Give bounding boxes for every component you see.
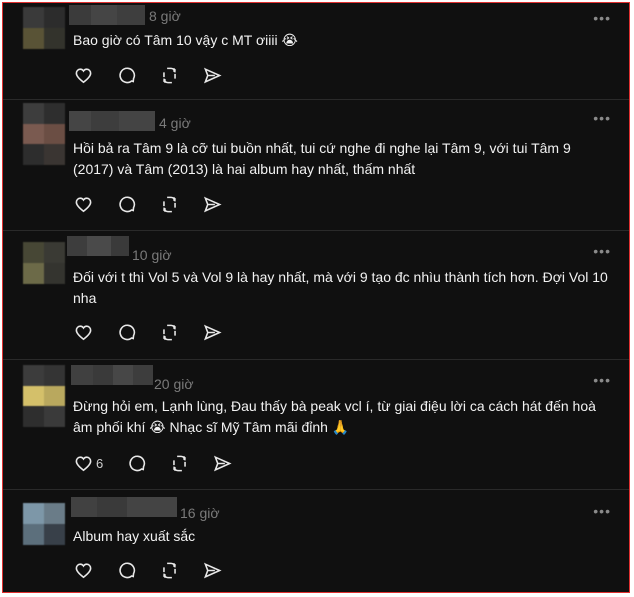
repost-icon[interactable] (167, 451, 191, 475)
more-options-icon[interactable]: ••• (593, 373, 611, 387)
heart-icon[interactable] (71, 192, 95, 216)
comment-post: 8 giờ ••• Bao giờ có Tâm 10 vậy c MT ơii… (3, 3, 629, 100)
comment-post: 16 giờ ••• Album hay xuất sắc (3, 489, 629, 592)
action-bar (71, 320, 243, 344)
avatar[interactable] (23, 7, 65, 49)
heart-icon[interactable] (71, 320, 95, 344)
username-blurred[interactable] (69, 111, 155, 131)
post-time: 16 giờ (180, 505, 220, 521)
avatar[interactable] (23, 103, 65, 165)
action-bar: 6 (71, 451, 253, 475)
username-blurred[interactable] (71, 497, 177, 517)
heart-icon[interactable] (71, 558, 95, 582)
comment-text: Hồi bả ra Tâm 9 là cỡ tui buồn nhất, tui… (73, 140, 571, 177)
post-time: 10 giờ (132, 247, 172, 263)
comment-post: 4 giờ ••• Hồi bả ra Tâm 9 là cỡ tui buồn… (3, 99, 629, 231)
comment-icon[interactable] (114, 320, 138, 344)
avatar[interactable] (23, 242, 65, 284)
username-blurred[interactable] (69, 5, 145, 25)
comment-icon[interactable] (124, 451, 148, 475)
more-options-icon[interactable]: ••• (593, 11, 611, 25)
action-bar (71, 558, 243, 582)
share-icon[interactable] (210, 451, 234, 475)
comment-post: 20 giờ ••• Đừng hỏi em, Lạnh lùng, Đau t… (3, 359, 629, 490)
more-options-icon[interactable]: ••• (593, 504, 611, 518)
share-icon[interactable] (200, 192, 224, 216)
repost-icon[interactable] (157, 558, 181, 582)
comments-panel: 8 giờ ••• Bao giờ có Tâm 10 vậy c MT ơii… (2, 2, 630, 593)
post-time: 20 giờ (154, 376, 194, 392)
like-count: 6 (96, 455, 104, 471)
comment-text: Album hay xuất sắc (73, 528, 196, 544)
comment-icon[interactable] (114, 63, 138, 87)
heart-icon[interactable] (71, 451, 95, 475)
share-icon[interactable] (200, 320, 224, 344)
comment-post: 10 giờ ••• Đối với t thì Vol 5 và Vol 9 … (3, 230, 629, 360)
comment-icon[interactable] (114, 192, 138, 216)
heart-icon[interactable] (71, 63, 95, 87)
post-time: 8 giờ (149, 8, 181, 24)
action-bar (71, 63, 243, 87)
share-icon[interactable] (200, 558, 224, 582)
share-icon[interactable] (200, 63, 224, 87)
username-blurred[interactable] (67, 236, 129, 256)
avatar[interactable] (23, 503, 65, 545)
action-bar (71, 192, 243, 216)
avatar[interactable] (23, 365, 65, 427)
comment-text: Bao giờ có Tâm 10 vậy c MT ơiiii 😭 (73, 32, 298, 48)
comment-text: Đừng hỏi em, Lạnh lùng, Đau thấy bà peak… (73, 398, 596, 435)
more-options-icon[interactable]: ••• (593, 111, 611, 125)
username-blurred[interactable] (71, 365, 153, 385)
post-time: 4 giờ (159, 115, 191, 131)
repost-icon[interactable] (157, 192, 181, 216)
comment-text: Đối với t thì Vol 5 và Vol 9 là hay nhất… (73, 269, 608, 306)
repost-icon[interactable] (157, 63, 181, 87)
repost-icon[interactable] (157, 320, 181, 344)
comment-icon[interactable] (114, 558, 138, 582)
more-options-icon[interactable]: ••• (593, 244, 611, 258)
